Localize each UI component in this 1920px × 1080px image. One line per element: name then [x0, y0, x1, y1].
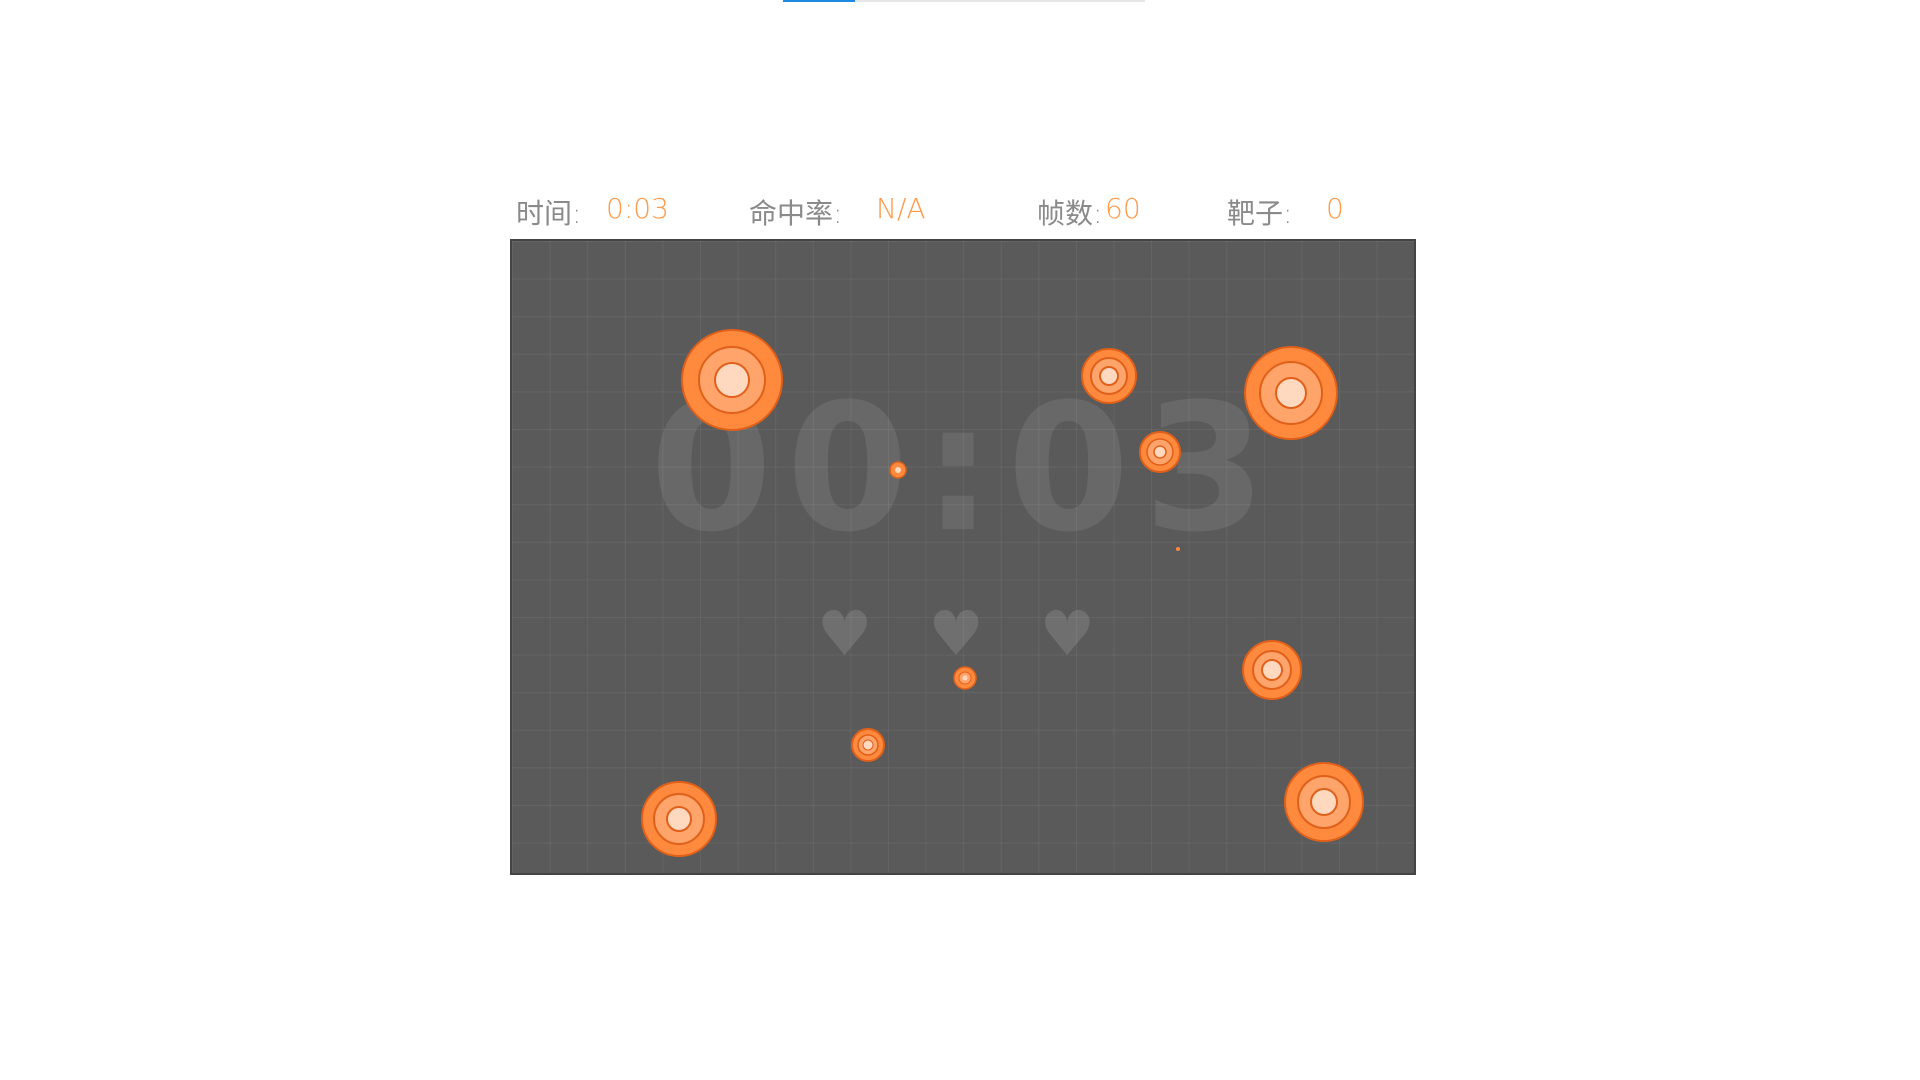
- target[interactable]: [851, 728, 885, 762]
- fps-value: 60: [1105, 192, 1141, 225]
- top-tab-active-indicator[interactable]: [783, 0, 855, 2]
- fps-label: 帧数:: [1037, 197, 1103, 230]
- stats-bar: 时间: 0:03 命中率: N/A 帧数: 60 靶子: 0: [0, 192, 1920, 232]
- time-label: 时间:: [516, 197, 582, 230]
- target[interactable]: [641, 781, 717, 857]
- target[interactable]: [1242, 640, 1302, 700]
- target[interactable]: [1244, 346, 1338, 440]
- targets-layer: [641, 329, 1364, 857]
- target[interactable]: [889, 461, 907, 479]
- accuracy-label: 命中率:: [749, 197, 843, 230]
- targets-value: 0: [1326, 192, 1344, 225]
- target[interactable]: [953, 666, 977, 690]
- target[interactable]: [1139, 431, 1181, 473]
- target[interactable]: [681, 329, 783, 431]
- top-tab-bar: [783, 0, 1145, 2]
- target[interactable]: [1176, 547, 1180, 551]
- targets-label: 靶子:: [1227, 197, 1293, 230]
- accuracy-value: N/A: [876, 192, 926, 225]
- game-board[interactable]: 00:03 ♥ ♥ ♥: [510, 239, 1416, 875]
- target[interactable]: [1081, 348, 1137, 404]
- time-value: 0:03: [606, 192, 669, 225]
- target[interactable]: [1284, 762, 1364, 842]
